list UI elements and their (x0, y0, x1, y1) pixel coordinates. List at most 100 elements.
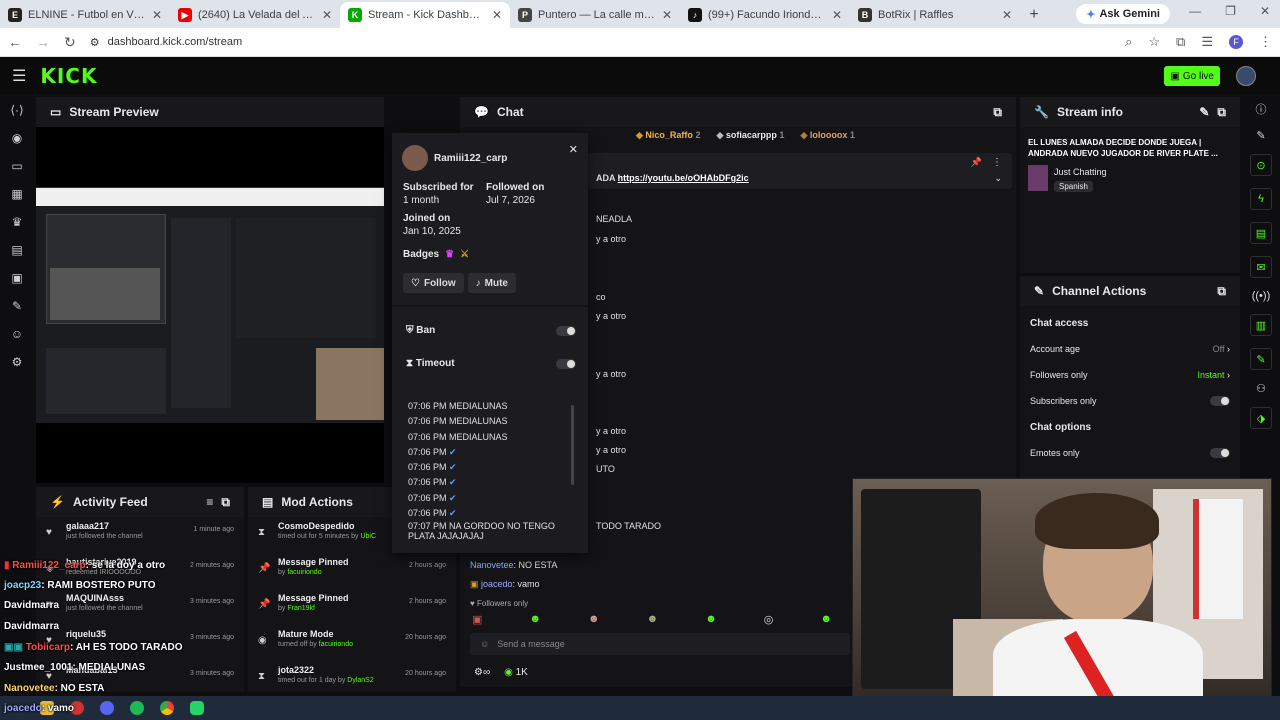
timeout-toggle[interactable] (556, 358, 576, 369)
close-icon[interactable]: ✕ (492, 8, 502, 22)
emote-icon[interactable]: ▣ (472, 613, 482, 627)
url-field[interactable]: ⚙ dashboard.kick.com/stream (90, 31, 1111, 53)
whatsapp-icon[interactable] (190, 701, 204, 715)
quick-action-4-icon[interactable]: ▥ (1250, 314, 1272, 336)
settings-icon[interactable]: ⚙∞ (474, 667, 490, 678)
gifter-item[interactable]: ◆ loloooox 1 (800, 130, 854, 141)
quick-action-2-icon[interactable]: ϟ (1250, 188, 1272, 210)
quick-action-5-icon[interactable]: ✎ (1250, 348, 1272, 370)
heart-icon: ♥ (470, 599, 477, 608)
close-window-icon[interactable]: ✕ (1260, 4, 1270, 18)
browser-tab[interactable]: B BotRix | Raffles ✕ (850, 2, 1020, 28)
ban-toggle[interactable] (556, 325, 576, 336)
popout-icon[interactable]: ⧉ (221, 495, 230, 510)
spotify-icon[interactable] (130, 701, 144, 715)
reading-list-icon[interactable]: ☰ (1201, 34, 1213, 50)
emote-icon[interactable]: ☻ (647, 613, 659, 627)
close-icon[interactable]: ✕ (152, 8, 162, 22)
emoji-icon[interactable]: ☺ (480, 639, 489, 649)
close-icon[interactable]: ✕ (569, 143, 578, 156)
settings-icon[interactable]: ⚙ (12, 355, 23, 369)
menu-kebab-icon[interactable]: ⋮ (1259, 34, 1272, 50)
filter-icon[interactable]: ≡ (206, 495, 213, 509)
follow-button[interactable]: ♡ Follow (403, 273, 464, 293)
mod-action-by[interactable]: facuiriondo (319, 641, 353, 648)
chrome-icon[interactable] (160, 701, 174, 715)
mute-button[interactable]: ♪ Mute (467, 273, 516, 293)
video-icon[interactable]: ▭ (11, 159, 22, 173)
zoom-icon[interactable]: ⌕ (1125, 34, 1132, 50)
quick-action-6-icon[interactable]: ⬗ (1250, 407, 1272, 429)
browser-tab[interactable]: ♪ (99+) Facundo Iriondo (@facu ✕ (680, 2, 850, 28)
community-icon[interactable]: ☺ (11, 327, 23, 341)
chat-username[interactable]: Nanovetee (470, 560, 514, 570)
emotes-only-toggle[interactable] (1210, 448, 1230, 458)
browser-tab[interactable]: P Puntero — La calle manda ✕ (510, 2, 680, 28)
category-name[interactable]: Just Chatting (1054, 167, 1107, 177)
gifter-item[interactable]: ◆ Nico_Raffo 2 (636, 130, 700, 141)
analytics-icon[interactable]: ▦ (11, 187, 22, 201)
library-icon[interactable]: ▤ (11, 243, 22, 257)
kebab-icon[interactable]: ⋮ (992, 157, 1002, 168)
new-tab-button[interactable]: + (1020, 2, 1048, 28)
tools-icon[interactable]: ✎ (12, 299, 22, 313)
subscribers-only-toggle[interactable] (1210, 396, 1230, 406)
restore-icon[interactable]: ❐ (1225, 4, 1236, 18)
emote-icon[interactable]: ☻ (588, 613, 600, 627)
quick-action-3-icon[interactable]: ▤ (1250, 222, 1272, 244)
pin-icon[interactable]: 📌 (971, 157, 982, 168)
followers-only-row[interactable]: Followers only Instant › (1020, 362, 1240, 388)
mod-action-by[interactable]: DylanS2 (347, 677, 373, 684)
trophy-icon[interactable]: ♛ (12, 215, 23, 229)
account-age-row[interactable]: Account age Off › (1020, 336, 1240, 362)
browser-tab-active[interactable]: K Stream - Kick Dashboard ✕ (340, 2, 510, 28)
edit-icon[interactable]: ✎ (1256, 129, 1265, 142)
profile-avatar[interactable]: F (1229, 35, 1243, 49)
chat-username[interactable]: joacedo (481, 579, 513, 589)
forward-icon[interactable]: → (36, 34, 50, 50)
grid-icon[interactable]: ▣ (11, 271, 22, 285)
close-icon[interactable]: ✕ (662, 8, 672, 22)
pinned-link[interactable]: https://youtu.be/oOHAbDFg2ic (618, 173, 749, 183)
emote-icon[interactable]: ☻ (820, 613, 832, 627)
close-icon[interactable]: ✕ (832, 8, 842, 22)
mod-action-by[interactable]: UbiC (360, 533, 376, 540)
close-icon[interactable]: ✕ (322, 8, 332, 22)
go-live-button[interactable]: ▣ Go live (1164, 66, 1220, 86)
emote-icon[interactable]: ☻ (705, 613, 717, 627)
bookmark-star-icon[interactable]: ☆ (1148, 34, 1160, 50)
mod-action-by[interactable]: Fran19kf (287, 605, 315, 612)
share-icon[interactable]: ⚇ (1256, 382, 1266, 395)
minimize-icon[interactable]: — (1189, 4, 1201, 18)
emote-icon[interactable]: ◎ (764, 613, 774, 627)
history-scrollbar[interactable] (571, 405, 574, 485)
ask-gemini-button[interactable]: ✦ Ask Gemini (1076, 4, 1170, 24)
extensions-icon[interactable]: ⧉ (1176, 34, 1185, 50)
browser-tab[interactable]: E ELNINE - Futbol en Vivo ✕ (0, 2, 170, 28)
broadcast-icon[interactable]: ((•)) (1252, 290, 1271, 302)
chevron-down-icon[interactable]: ⌄ (994, 173, 1002, 184)
popout-icon[interactable]: ⧉ (993, 105, 1002, 120)
gifter-item[interactable]: ◆ sofiacarppp 1 (716, 130, 784, 141)
popout-icon[interactable]: ⧉ (1217, 105, 1226, 120)
collapse-icon[interactable]: ⟨·⟩ (10, 103, 23, 117)
stream-icon[interactable]: ◉ (12, 131, 22, 145)
emote-icon[interactable]: ☻ (529, 613, 541, 627)
quick-action-1-icon[interactable]: ⊙ (1250, 154, 1272, 176)
user-avatar[interactable] (1236, 66, 1256, 86)
site-info-icon[interactable]: ⚙ (90, 36, 100, 49)
discord-icon[interactable] (100, 701, 114, 715)
popout-icon[interactable]: ⧉ (1217, 284, 1226, 299)
quick-action-chat-icon[interactable]: ✉ (1250, 256, 1272, 278)
user-card-username[interactable]: Ramiii122_carp (434, 153, 507, 164)
kick-logo[interactable]: KICK (40, 64, 97, 88)
back-icon[interactable]: ← (8, 34, 22, 50)
info-icon[interactable]: ⓘ (1256, 101, 1267, 117)
reload-icon[interactable]: ↻ (64, 34, 76, 51)
mod-action-by[interactable]: facuiriondo (287, 569, 321, 576)
close-icon[interactable]: ✕ (1002, 8, 1012, 22)
hamburger-menu-icon[interactable]: ☰ (12, 66, 26, 86)
chat-input[interactable]: ☺ Send a message (470, 633, 850, 655)
browser-tab[interactable]: ▶ (2640) La Velada del Año Desde ✕ (170, 2, 340, 28)
edit-icon[interactable]: ✎ (1199, 105, 1209, 119)
